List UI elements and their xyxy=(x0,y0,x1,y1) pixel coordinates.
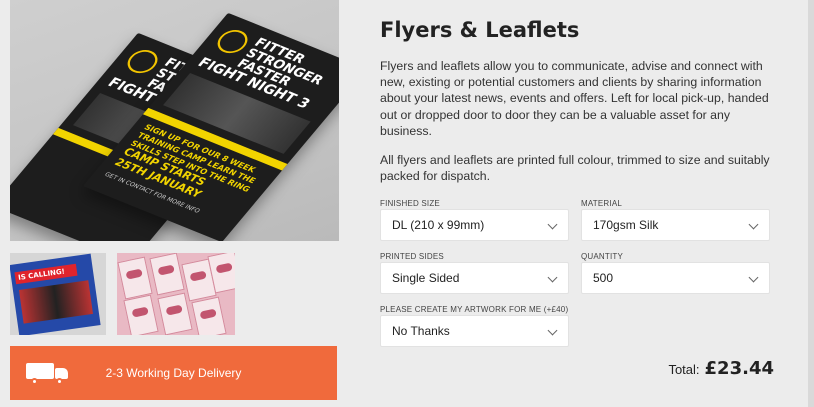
total-price: Total: £23.44 xyxy=(668,358,774,379)
chevron-down-icon xyxy=(547,272,558,283)
total-value: £23.44 xyxy=(704,358,774,379)
product-title: Flyers & Leaflets xyxy=(380,18,580,42)
leaflet-tile xyxy=(157,292,193,335)
thumbnail-pink-leaflets[interactable] xyxy=(117,253,235,335)
leaflet-tile xyxy=(191,296,227,335)
thumbnail-poster[interactable]: IS CALLING! xyxy=(10,253,106,335)
leaflet-tile xyxy=(149,253,185,296)
poster-banner: IS CALLING! xyxy=(14,263,78,285)
material-select[interactable]: 170gsm Silk xyxy=(581,209,770,241)
artwork-value: No Thanks xyxy=(392,324,450,338)
printed-sides-label: PRINTED SIDES xyxy=(380,252,444,261)
artwork-label: PLEASE CREATE MY ARTWORK FOR ME (+£40) xyxy=(380,305,569,314)
leaflet-tile xyxy=(123,294,159,335)
quantity-label: QUANTITY xyxy=(581,252,624,261)
material-value: 170gsm Silk xyxy=(593,218,659,232)
artwork-select[interactable]: No Thanks xyxy=(380,315,569,347)
quantity-value: 500 xyxy=(593,271,614,285)
finished-size-select[interactable]: DL (210 x 99mm) xyxy=(380,209,569,241)
chevron-down-icon xyxy=(748,219,759,230)
printed-sides-value: Single Sided xyxy=(392,271,460,285)
main-product-image[interactable]: FITTER STRONGER FASTER FIGHT NIGHT 3 FIT… xyxy=(10,0,339,241)
leaflet-tile xyxy=(117,256,153,300)
poster-image: IS CALLING! xyxy=(10,253,101,335)
poster-photo xyxy=(18,280,93,324)
finished-size-value: DL (210 x 99mm) xyxy=(392,218,485,232)
chevron-down-icon xyxy=(748,272,759,283)
total-label: Total: xyxy=(668,362,700,377)
truck-icon xyxy=(26,361,70,385)
chevron-down-icon xyxy=(547,219,558,230)
finished-size-label: FINISHED SIZE xyxy=(380,199,440,208)
chevron-down-icon xyxy=(547,325,558,336)
product-description: Flyers and leaflets allow you to communi… xyxy=(380,59,769,138)
product-description-secondary: All flyers and leaflets are printed full… xyxy=(380,153,770,184)
delivery-label: 2-3 Working Day Delivery xyxy=(105,366,242,380)
quantity-select[interactable]: 500 xyxy=(581,262,770,294)
material-label: MATERIAL xyxy=(581,199,623,208)
printed-sides-select[interactable]: Single Sided xyxy=(380,262,569,294)
page-edge xyxy=(808,0,814,407)
delivery-banner[interactable]: 2-3 Working Day Delivery xyxy=(10,346,337,400)
